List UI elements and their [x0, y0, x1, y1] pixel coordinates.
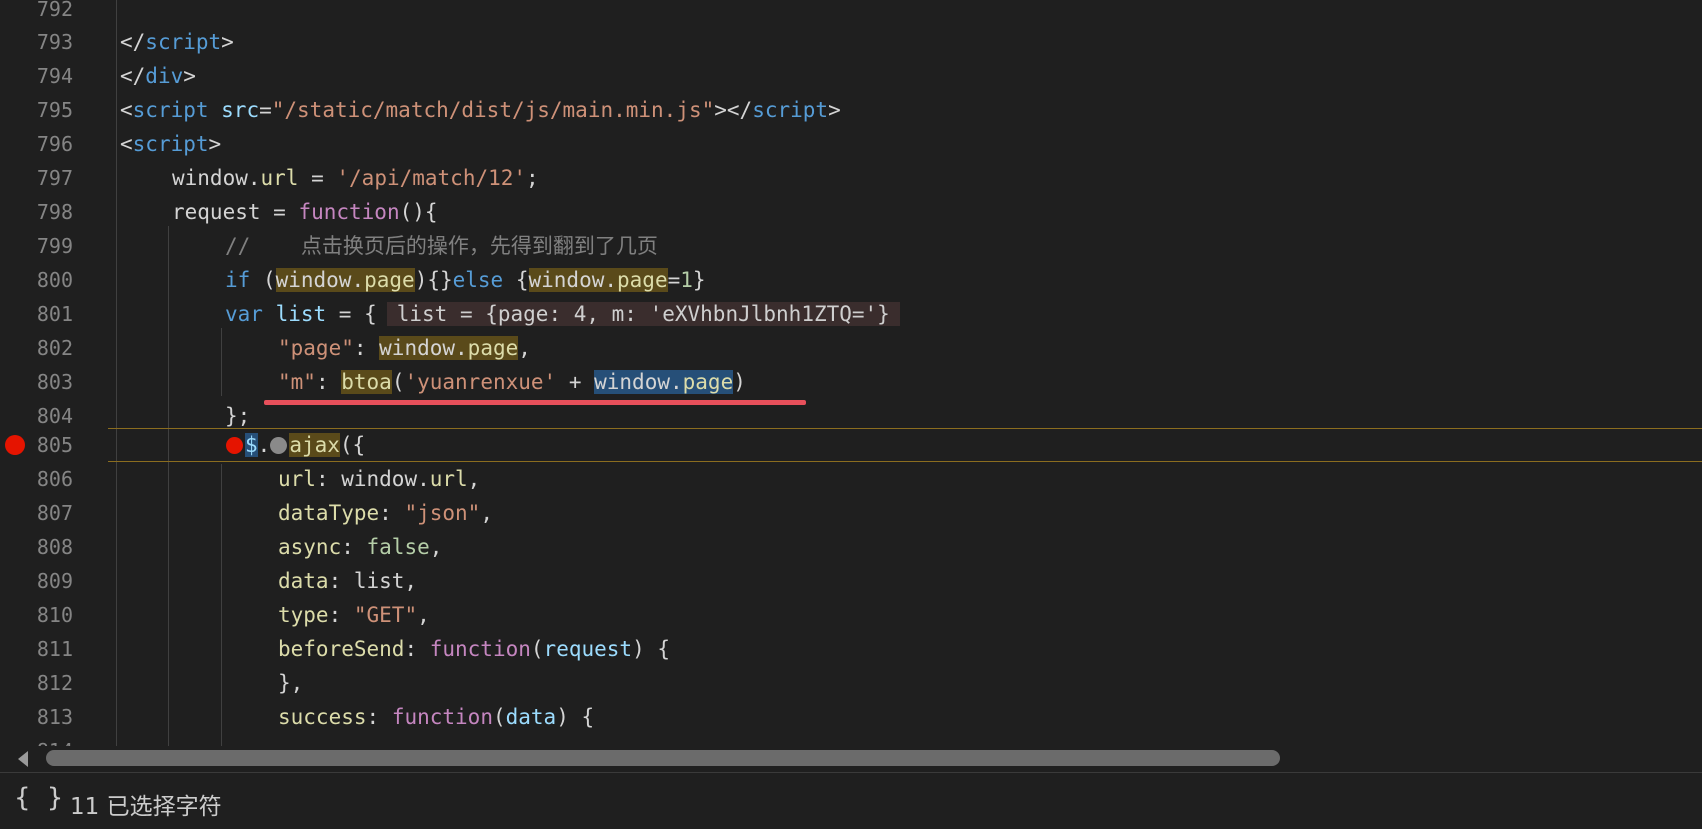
code-line: 800 if (window.page){}else {window.page=…	[0, 263, 1702, 297]
line-number: 792	[36, 0, 73, 21]
inline-breakpoint-inactive-icon[interactable]	[270, 437, 288, 454]
line-number: 801	[36, 302, 73, 326]
code-text[interactable]: type: "GET",	[278, 598, 430, 632]
code-text[interactable]: <script src="/static/match/dist/js/main.…	[120, 93, 841, 127]
code-text[interactable]: // 点击换页后的操作，先得到翻到了几页	[225, 229, 658, 263]
scrollbar-thumb[interactable]	[46, 750, 1280, 766]
line-number: 800	[36, 268, 73, 292]
code-line: 814	[0, 734, 1702, 746]
line-number: 811	[36, 637, 73, 661]
line-number: 793	[36, 30, 73, 54]
code-line: 797 window.url = '/api/match/12';	[0, 161, 1702, 195]
scroll-left-arrow-icon[interactable]	[18, 751, 28, 767]
code-text[interactable]: </script>	[120, 25, 234, 59]
code-line: 813 success: function(data) {	[0, 700, 1702, 734]
debug-inline-value: list = {page: 4, m: 'eXVhbnJlbnh1ZTQ='}	[386, 302, 900, 326]
line-number: 808	[36, 535, 73, 559]
line-number: 797	[36, 166, 73, 190]
code-text[interactable]: $. ajax({	[226, 428, 365, 462]
line-number: 796	[36, 132, 73, 156]
code-editor[interactable]: 792 793 </script> 794 </div> 795 <script…	[0, 0, 1702, 746]
code-line: 798 request = function(){	[0, 195, 1702, 229]
code-text[interactable]: async: false,	[278, 530, 442, 564]
code-line: 794 </div>	[0, 59, 1702, 93]
code-line: 802 "page": window.page,	[0, 331, 1702, 365]
code-text[interactable]: </div>	[120, 59, 196, 93]
line-number: 802	[36, 336, 73, 360]
code-text[interactable]: success: function(data) {	[278, 700, 594, 734]
code-text[interactable]: data: list,	[278, 564, 417, 598]
code-line: 805 $. ajax({	[0, 428, 1702, 462]
code-text[interactable]: url: window.url,	[278, 462, 480, 496]
line-number: 803	[36, 370, 73, 394]
line-number: 795	[36, 98, 73, 122]
code-text[interactable]: request = function(){	[172, 195, 438, 229]
line-number: 794	[36, 64, 73, 88]
code-line: 806 url: window.url,	[0, 462, 1702, 496]
code-line: 801 var list = {list = {page: 4, m: 'eXV…	[0, 297, 1702, 331]
line-number: 805	[36, 433, 73, 457]
status-bar: { } 11 已选择字符	[0, 772, 1702, 829]
horizontal-scrollbar[interactable]	[0, 746, 1702, 770]
line-number: 809	[36, 569, 73, 593]
line-number: 813	[36, 705, 73, 729]
code-text[interactable]: "page": window.page,	[278, 331, 531, 365]
code-text[interactable]: beforeSend: function(request) {	[278, 632, 670, 666]
line-number: 807	[36, 501, 73, 525]
code-text[interactable]: dataType: "json",	[278, 496, 493, 530]
code-line: 803 "m": btoa('yuanrenxue' + window.page…	[0, 365, 1702, 399]
selection-count: 11 已选择字符	[70, 794, 222, 820]
code-line: 799 // 点击换页后的操作，先得到翻到了几页	[0, 229, 1702, 263]
inline-breakpoint-active-icon[interactable]	[226, 437, 243, 454]
line-number: 810	[36, 603, 73, 627]
code-line: 793 </script>	[0, 25, 1702, 59]
code-line: 792	[0, 0, 1702, 26]
code-line: 808 async: false,	[0, 530, 1702, 564]
code-line: 795 <script src="/static/match/dist/js/m…	[0, 93, 1702, 127]
code-line: 796 <script>	[0, 127, 1702, 161]
code-line: 812 },	[0, 666, 1702, 700]
code-text[interactable]: <script>	[120, 127, 221, 161]
code-text[interactable]: if (window.page){}else {window.page=1}	[225, 263, 706, 297]
line-number: 814	[0, 734, 73, 746]
line-number: 812	[36, 671, 73, 695]
line-number: 798	[36, 200, 73, 224]
code-text[interactable]: var list = {list = {page: 4, m: 'eXVhbnJ…	[225, 297, 900, 331]
line-number: 799	[36, 234, 73, 258]
code-line: 810 type: "GET",	[0, 598, 1702, 632]
braces-icon[interactable]: { }	[14, 783, 67, 813]
line-number: 806	[36, 467, 73, 491]
code-line: 807 dataType: "json",	[0, 496, 1702, 530]
code-text[interactable]: "m": btoa('yuanrenxue' + window.page)	[278, 365, 746, 399]
code-text[interactable]: },	[278, 666, 303, 700]
code-line: 811 beforeSend: function(request) {	[0, 632, 1702, 666]
code-line: 809 data: list,	[0, 564, 1702, 598]
code-text[interactable]: window.url = '/api/match/12';	[172, 161, 539, 195]
